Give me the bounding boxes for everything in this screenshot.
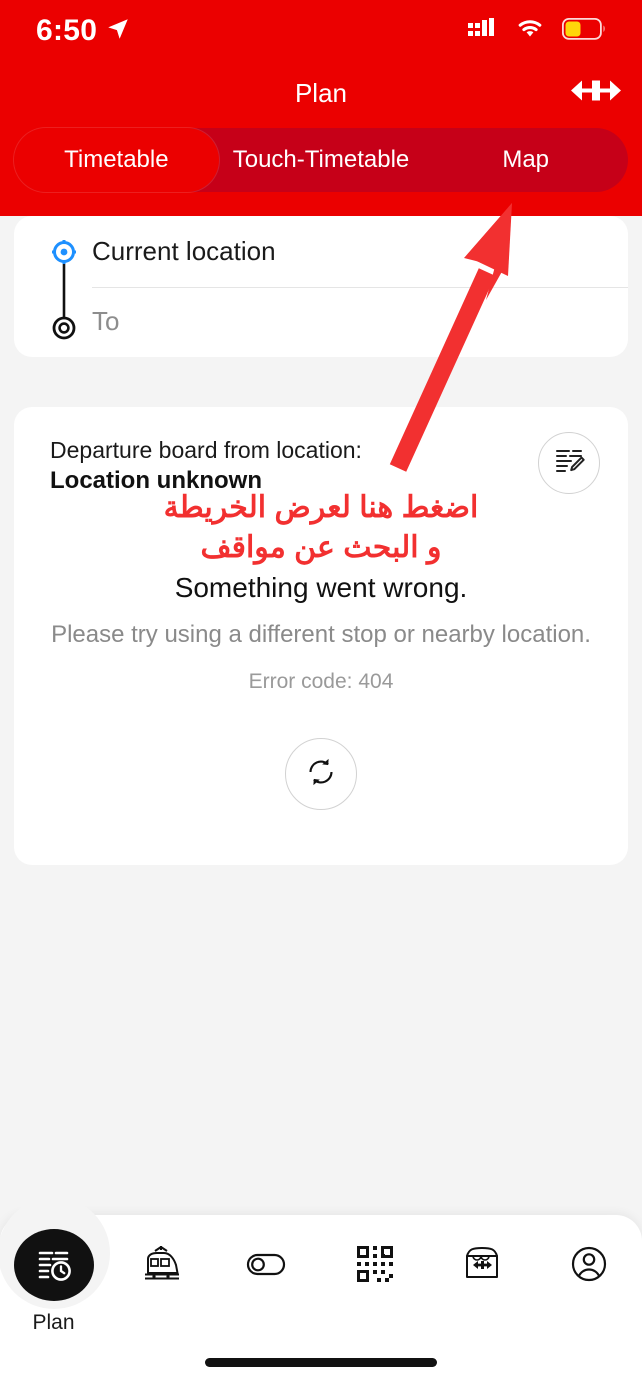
battery-low-power-icon <box>561 17 606 45</box>
annotation-line-2: و البحث عن مواقف <box>200 531 442 564</box>
tab-timetable[interactable]: Timetable <box>14 128 219 192</box>
tab-bar-item-store[interactable] <box>428 1215 535 1335</box>
tab-bar-item-ticket[interactable] <box>321 1215 428 1335</box>
annotation-text: اضغط هنا لعرض الخريطة و البحث عن مواقف <box>0 488 642 568</box>
toggle-switch-icon <box>245 1237 291 1291</box>
error-title: Something went wrong. <box>174 572 468 603</box>
route-to-field[interactable]: To <box>14 286 628 356</box>
tab-bar-item-toggle[interactable] <box>214 1215 321 1335</box>
edit-timetable-button[interactable] <box>538 432 600 494</box>
tab-touch-timetable[interactable]: Touch-Timetable <box>219 128 424 192</box>
navigation-bar: Plan <box>0 62 642 124</box>
store-icon <box>460 1237 504 1291</box>
account-person-icon <box>569 1237 609 1291</box>
qr-code-icon <box>355 1237 395 1291</box>
status-bar-right <box>468 17 606 46</box>
location-arrow-icon <box>105 16 131 47</box>
refresh-button[interactable] <box>285 738 357 810</box>
annotation-line-1: اضغط هنا لعرض الخريطة <box>163 491 479 524</box>
status-bar-left: 6:50 <box>36 14 131 48</box>
status-bar-time: 6:50 <box>36 14 98 47</box>
edit-timetable-icon <box>552 444 586 483</box>
departure-board-label: Departure board from location: <box>50 437 362 463</box>
app-screen: 6:50 Plan Timetable Touch-Timetable Map … <box>0 0 642 1389</box>
tram-icon <box>138 1237 184 1291</box>
tab-bar-item-plan[interactable]: Plan <box>0 1197 110 1335</box>
tab-bar-item-trips[interactable] <box>107 1215 214 1335</box>
cellular-signal-icon <box>468 17 498 45</box>
status-bar: 6:50 <box>0 0 642 62</box>
route-to-placeholder: To <box>92 305 120 336</box>
departure-board-card: Departure board from location: Location … <box>14 407 628 865</box>
tab-map[interactable]: Map <box>423 128 628 192</box>
timetable-clock-icon <box>13 1229 94 1301</box>
error-subtitle: Please try using a different stop or nea… <box>51 621 591 648</box>
home-indicator <box>205 1358 437 1367</box>
tab-list: Plan <box>0 1197 642 1335</box>
page-title: Plan <box>294 77 348 108</box>
refresh-icon <box>303 754 339 795</box>
view-mode-segmented-control[interactable]: Timetable Touch-Timetable Map <box>14 128 628 192</box>
bottom-tab-bar: Plan <box>0 1197 642 1389</box>
error-code: Error code: 404 <box>248 670 394 693</box>
tab-bar-item-account[interactable] <box>535 1215 642 1335</box>
route-from-field[interactable]: Current location <box>14 216 628 286</box>
route-input-card: Current location To <box>14 216 628 357</box>
sbb-logo[interactable] <box>568 76 624 111</box>
app-header: 6:50 Plan Timetable Touch-Timetable Map <box>0 0 642 216</box>
tab-bar-label-plan: Plan <box>32 1311 75 1334</box>
route-from-value: Current location <box>92 235 276 266</box>
wifi-icon <box>514 17 546 46</box>
